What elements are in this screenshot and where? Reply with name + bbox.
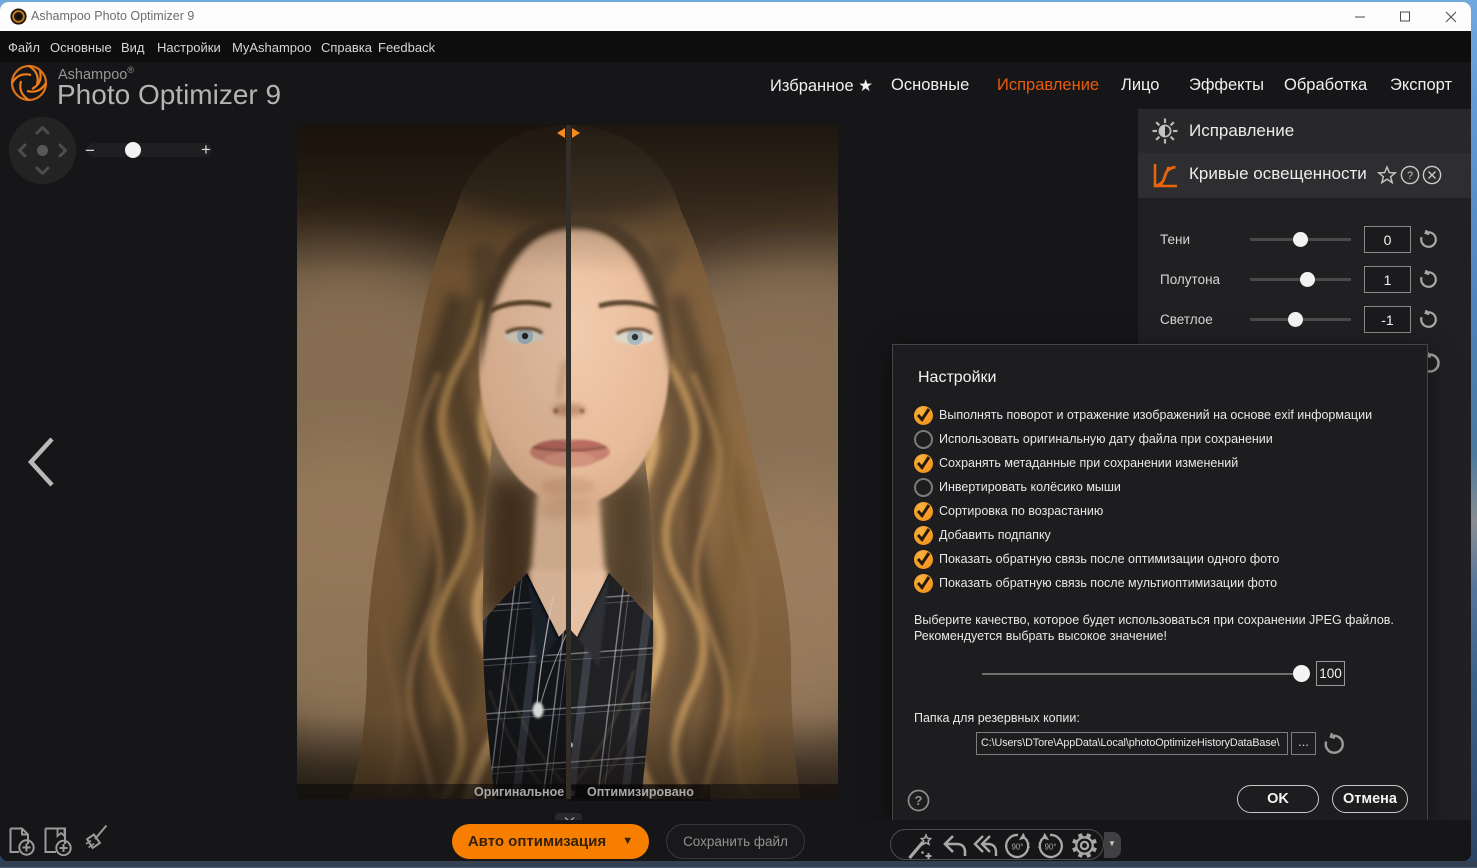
svg-text:?: ? (1407, 170, 1413, 182)
svg-text:90°: 90° (1012, 843, 1024, 852)
svg-text:?: ? (915, 793, 923, 808)
svg-text:90°: 90° (1045, 843, 1057, 852)
